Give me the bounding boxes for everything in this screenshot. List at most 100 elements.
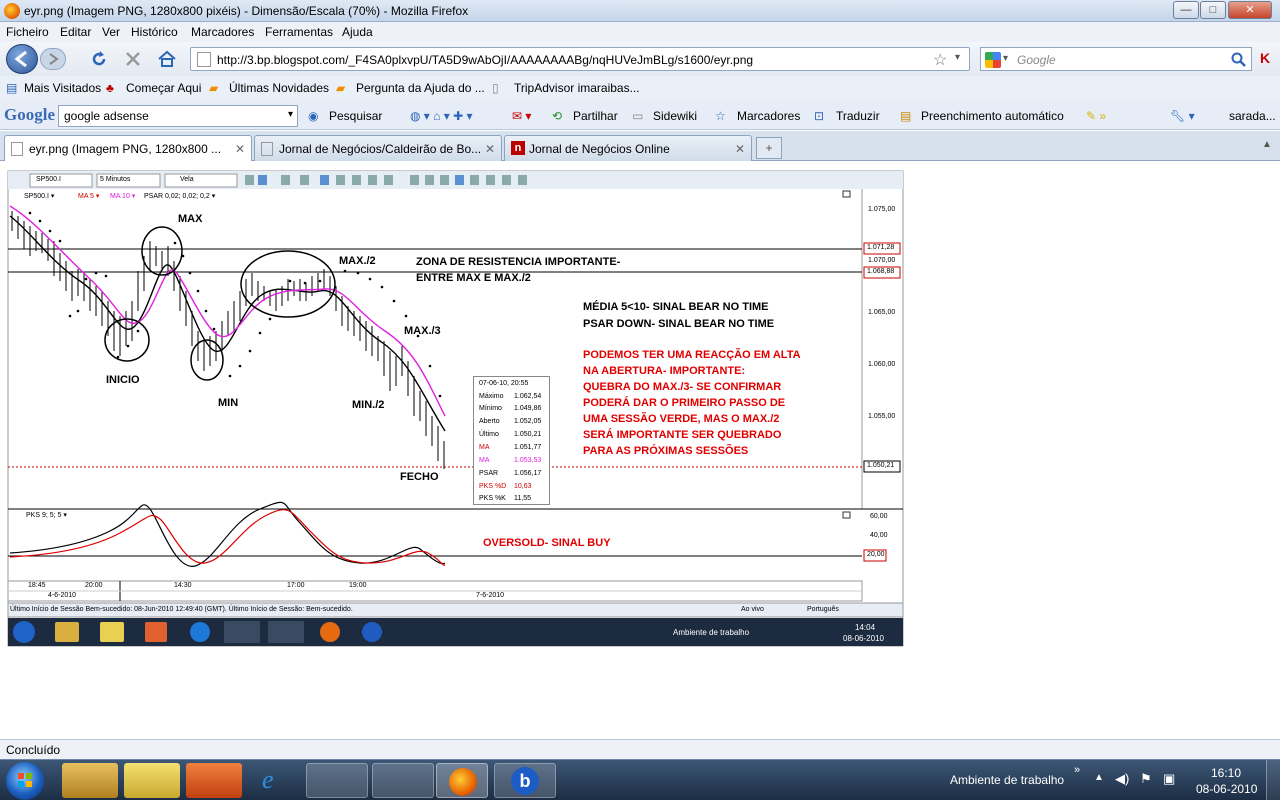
page-icon: ▯ [492,81,499,95]
media-player-button[interactable] [186,763,242,798]
legend-symbol[interactable]: SP500.I ▾ [24,192,54,200]
google-engine-icon[interactable] [985,52,1001,68]
platform-status-text: Último Início de Sessão Bem-sucedido: 08… [10,606,353,613]
tooltip-value: 10,63 [514,483,532,490]
minimize-button[interactable]: — [1173,1,1199,19]
legend-pks[interactable]: PKS 9; 5; 5 ▾ [26,511,67,519]
style-select [164,173,238,188]
date-tick: 4-6-2010 [48,592,77,599]
menu-ferramentas[interactable]: Ferramentas [265,25,333,39]
reload-icon[interactable] [90,50,108,68]
label-media-2: PSAR DOWN- SINAL BEAR NO TIME [583,318,775,330]
bookmark-star-icon[interactable]: ☆ [933,50,947,70]
search-icon[interactable] [1231,52,1247,68]
toolbar-expand-icon[interactable]: » [1074,764,1080,776]
bookmark-ultimas-novidades[interactable]: Últimas Novidades [229,81,329,95]
google-share-button[interactable]: Partilhar [573,109,618,123]
page-content: SP500.I 5 Minutos Vela SP500.I ▾ MA 5 ▾ … [0,161,1280,739]
b-logo-icon: b [511,767,539,795]
address-url: http://3.bp.blogspot.com/_F4SA0plxvpU/TA… [217,53,754,67]
tooltip-value: 1.052,05 [514,418,542,425]
google-search-button[interactable]: Pesquisar [329,109,382,123]
close-tab-icon[interactable]: ✕ [735,142,745,156]
wrench-icon[interactable]: 🔧︎ ▾ [1170,109,1195,123]
globe-icon[interactable]: ◍ ▾ ⌂ ▾ ✚ ▾ [410,109,473,123]
symbol-select-text[interactable]: SP500.I [36,176,61,183]
maximize-button[interactable]: □ [1200,1,1226,19]
tab-list-icon[interactable]: ▲ [1262,139,1272,150]
volume-icon[interactable]: ◀) [1115,771,1129,787]
close-button[interactable]: ✕ [1228,1,1272,19]
label-inicio: INICIO [106,374,140,386]
clock-date[interactable]: 08-06-2010 [1196,782,1257,796]
menu-editar[interactable]: Editar [60,25,91,39]
close-tab-icon[interactable]: ✕ [235,142,245,156]
inner-clock-time: 14:04 [855,623,876,632]
menu-ficheiro[interactable]: Ficheiro [6,25,49,39]
network-icon[interactable]: ▣ [1163,771,1175,787]
bookmark-pergunta-ajuda[interactable]: Pergunta da Ajuda do ... [356,81,485,95]
menu-historico[interactable]: Histórico [131,25,178,39]
tooltip-value: 1.050,21 [514,431,542,438]
bcp-button[interactable]: b [494,763,556,798]
new-tab-button[interactable]: + [756,137,782,159]
legend-ma10[interactable]: MA 10 ▾ [110,192,135,200]
address-bar[interactable]: http://3.bp.blogspot.com/_F4SA0plxvpU/TA… [190,47,970,71]
firefox-button[interactable] [436,763,488,798]
home-icon[interactable] [157,49,177,69]
tab-label: eyr.png (Imagem PNG, 1280x800 ... [29,142,222,156]
bookmark-mais-visitados[interactable]: Mais Visitados [24,81,101,95]
tab-jornal-negocios[interactable]: n Jornal de Negócios Online ✕ [504,135,752,161]
status-text: Concluído [6,743,61,757]
tray-expand-icon[interactable]: ▲ [1094,772,1104,783]
flag-icon[interactable]: ⚑ [1140,771,1152,787]
title-bar: eyr.png (Imagem PNG, 1280x800 pixéis) - … [0,0,1280,22]
forward-button[interactable] [40,48,66,70]
back-button[interactable] [6,44,38,74]
messenger-button[interactable] [306,763,368,798]
menu-ajuda[interactable]: Ajuda [342,25,373,39]
legend-psar[interactable]: PSAR 0,02; 0,02; 0,2 ▾ [144,192,215,200]
price-label-max: 1.071,28 [867,244,895,251]
gmail-icon[interactable]: ✉ ▾ [512,109,531,123]
show-desktop-button[interactable] [1266,760,1280,800]
google-translate-button[interactable]: Traduzir [836,109,880,123]
tab-jornal-caldeirao[interactable]: Jornal de Negócios/Caldeirão de Bo... ✕ [254,135,502,161]
ie-button[interactable]: e [248,763,304,798]
price-tick: 1.075,00 [868,206,896,213]
google-autofill-button[interactable]: Preenchimento automático [921,109,1064,123]
legend-ma5[interactable]: MA 5 ▾ [78,192,99,200]
google-account-button[interactable]: sarada... [1229,109,1276,123]
time-tick: 18:45 [28,582,46,589]
addon-icon[interactable]: K [1260,50,1276,66]
label-oversold: OVERSOLD- SINAL BUY [483,537,611,549]
bookmark-tripadvisor[interactable]: TripAdvisor imaraibas... [514,81,640,95]
desktop-toolbar-label[interactable]: Ambiente de trabalho [950,773,1064,787]
search-bar[interactable]: ▾ Google [980,47,1252,71]
chevron-down-icon[interactable]: ▾ [288,109,293,120]
start-button[interactable] [6,762,44,800]
paint-button[interactable] [372,763,434,798]
stop-icon[interactable] [124,50,142,68]
clock-time[interactable]: 16:10 [1211,766,1241,780]
explorer-button[interactable] [62,763,118,798]
tab-eyr-png[interactable]: eyr.png (Imagem PNG, 1280x800 ... ✕ [4,135,252,161]
style-select-text[interactable]: Vela [180,176,194,183]
close-tab-icon[interactable]: ✕ [485,142,495,156]
notes-button[interactable] [124,763,180,798]
url-dropdown-icon[interactable]: ▾ [955,52,960,63]
google-sidewiki-button[interactable]: Sidewiki [653,109,697,123]
bookmark-comecar-aqui[interactable]: Começar Aqui [126,81,201,95]
google-bookmarks-button[interactable]: Marcadores [737,109,800,123]
page-icon [197,52,211,67]
highlighter-icon[interactable]: ✎ » [1086,109,1106,123]
tooltip-key: MA [479,457,490,464]
red-note-line: QUEBRA DO MAX./3- SE CONFIRMAR [583,381,782,393]
google-query-input[interactable]: google adsense ▾ [58,105,298,127]
tooltip-value: 11,55 [514,495,531,502]
interval-select-text[interactable]: 5 Minutos [100,176,130,183]
menu-marcadores[interactable]: Marcadores [191,25,254,39]
red-note-line: PARA AS PRÓXIMAS SESSÕES [583,445,749,457]
menu-ver[interactable]: Ver [102,25,120,39]
search-input[interactable]: Google [1017,53,1056,67]
